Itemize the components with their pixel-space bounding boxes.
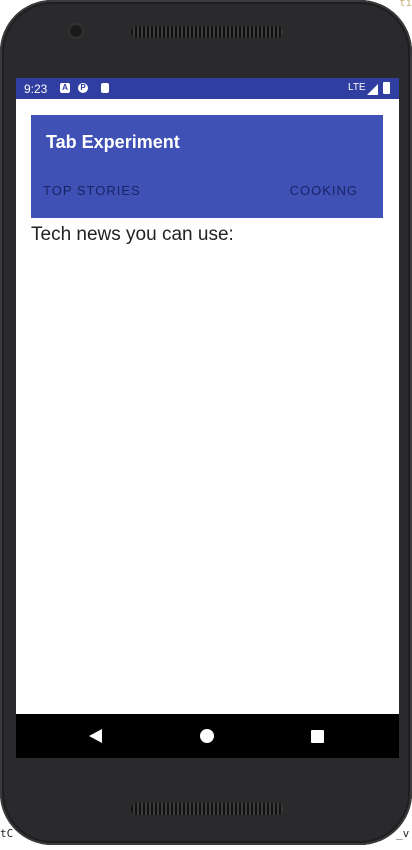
tab-cooking[interactable]: COOKING (290, 183, 358, 198)
app-title: Tab Experiment (46, 132, 180, 152)
app-bar: Tab Experiment TOP STORIES COOKING (31, 115, 383, 218)
network-type: LTE (348, 82, 366, 93)
device-screen: 9:23 A P LTE Tab Experiment TOP STORIES … (16, 78, 399, 758)
bottom-speaker-grille (131, 803, 283, 815)
a-icon: A (60, 83, 70, 93)
recents-icon[interactable] (311, 730, 324, 743)
edge-text-bottom-right: _v (396, 827, 410, 840)
edge-text-top-right: ti (399, 0, 412, 9)
top-speaker-grille (131, 26, 283, 38)
status-bar: 9:23 A P LTE (16, 78, 399, 99)
back-icon[interactable] (89, 729, 102, 743)
signal-icon (367, 84, 378, 95)
home-icon[interactable] (200, 729, 214, 743)
sd-card-icon (101, 83, 109, 93)
navigation-bar (16, 714, 399, 758)
edge-text-bottom-left: tC (0, 827, 14, 840)
front-camera (70, 25, 82, 37)
battery-icon (383, 82, 390, 94)
status-time: 9:23 (24, 82, 48, 96)
tab-content-text: Tech news you can use: (31, 224, 234, 245)
tab-top-stories[interactable]: TOP STORIES (43, 183, 141, 198)
p-icon: P (78, 83, 88, 93)
phone-frame: 9:23 A P LTE Tab Experiment TOP STORIES … (0, 0, 412, 845)
